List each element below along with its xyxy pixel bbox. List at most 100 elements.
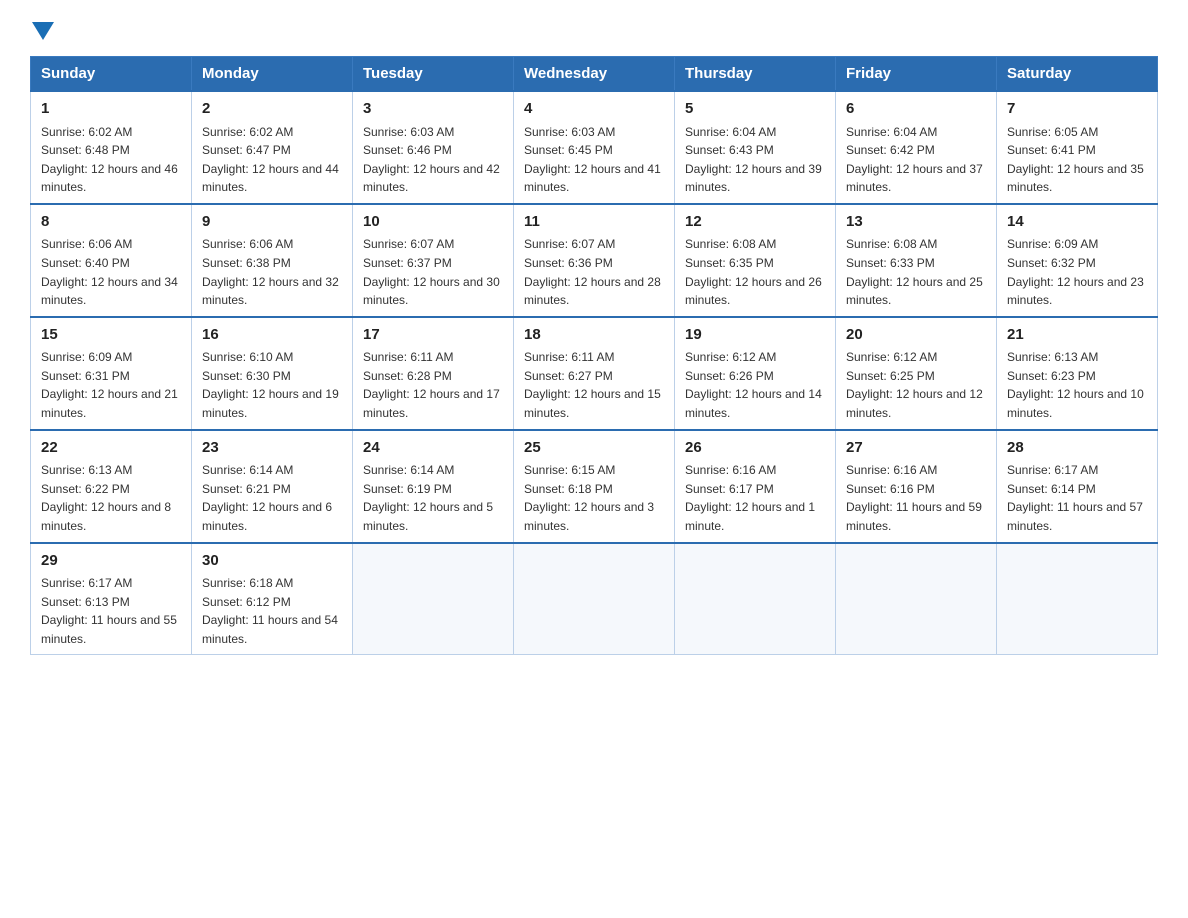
day-info: Sunrise: 6:12 AMSunset: 6:25 PMDaylight:…: [846, 348, 986, 422]
day-info: Sunrise: 6:16 AMSunset: 6:17 PMDaylight:…: [685, 461, 825, 535]
day-number: 1: [41, 98, 181, 121]
day-number: 4: [524, 98, 664, 121]
day-number: 30: [202, 550, 342, 573]
calendar-cell: 15Sunrise: 6:09 AMSunset: 6:31 PMDayligh…: [31, 317, 192, 430]
column-header-friday: Friday: [836, 57, 997, 92]
day-number: 8: [41, 211, 181, 234]
day-number: 24: [363, 437, 503, 460]
day-number: 17: [363, 324, 503, 347]
day-number: 2: [202, 98, 342, 121]
calendar-cell: 30Sunrise: 6:18 AMSunset: 6:12 PMDayligh…: [192, 543, 353, 655]
day-number: 26: [685, 437, 825, 460]
calendar-cell: 9Sunrise: 6:06 AMSunset: 6:38 PMDaylight…: [192, 204, 353, 317]
day-number: 23: [202, 437, 342, 460]
day-info: Sunrise: 6:04 AMSunset: 6:42 PMDaylight:…: [846, 123, 986, 197]
day-info: Sunrise: 6:02 AMSunset: 6:48 PMDaylight:…: [41, 123, 181, 197]
day-info: Sunrise: 6:12 AMSunset: 6:26 PMDaylight:…: [685, 348, 825, 422]
day-number: 11: [524, 211, 664, 234]
calendar-cell: 18Sunrise: 6:11 AMSunset: 6:27 PMDayligh…: [514, 317, 675, 430]
calendar-cell: 26Sunrise: 6:16 AMSunset: 6:17 PMDayligh…: [675, 430, 836, 543]
day-info: Sunrise: 6:13 AMSunset: 6:22 PMDaylight:…: [41, 461, 181, 535]
column-header-monday: Monday: [192, 57, 353, 92]
day-info: Sunrise: 6:08 AMSunset: 6:35 PMDaylight:…: [685, 235, 825, 309]
logo: [30, 20, 54, 40]
column-header-sunday: Sunday: [31, 57, 192, 92]
calendar-header-row: SundayMondayTuesdayWednesdayThursdayFrid…: [31, 57, 1158, 92]
calendar-cell: 7Sunrise: 6:05 AMSunset: 6:41 PMDaylight…: [997, 91, 1158, 204]
day-info: Sunrise: 6:06 AMSunset: 6:38 PMDaylight:…: [202, 235, 342, 309]
day-info: Sunrise: 6:18 AMSunset: 6:12 PMDaylight:…: [202, 574, 342, 648]
day-number: 29: [41, 550, 181, 573]
calendar-cell: [836, 543, 997, 655]
day-info: Sunrise: 6:02 AMSunset: 6:47 PMDaylight:…: [202, 123, 342, 197]
day-info: Sunrise: 6:08 AMSunset: 6:33 PMDaylight:…: [846, 235, 986, 309]
day-number: 6: [846, 98, 986, 121]
day-number: 15: [41, 324, 181, 347]
day-number: 21: [1007, 324, 1147, 347]
day-number: 22: [41, 437, 181, 460]
day-info: Sunrise: 6:15 AMSunset: 6:18 PMDaylight:…: [524, 461, 664, 535]
day-info: Sunrise: 6:13 AMSunset: 6:23 PMDaylight:…: [1007, 348, 1147, 422]
day-info: Sunrise: 6:07 AMSunset: 6:37 PMDaylight:…: [363, 235, 503, 309]
calendar-cell: 19Sunrise: 6:12 AMSunset: 6:26 PMDayligh…: [675, 317, 836, 430]
day-info: Sunrise: 6:06 AMSunset: 6:40 PMDaylight:…: [41, 235, 181, 309]
calendar-cell: 13Sunrise: 6:08 AMSunset: 6:33 PMDayligh…: [836, 204, 997, 317]
page-header: [30, 20, 1158, 40]
day-info: Sunrise: 6:11 AMSunset: 6:27 PMDaylight:…: [524, 348, 664, 422]
calendar-week-row: 22Sunrise: 6:13 AMSunset: 6:22 PMDayligh…: [31, 430, 1158, 543]
day-info: Sunrise: 6:17 AMSunset: 6:13 PMDaylight:…: [41, 574, 181, 648]
day-number: 7: [1007, 98, 1147, 121]
day-number: 16: [202, 324, 342, 347]
day-info: Sunrise: 6:10 AMSunset: 6:30 PMDaylight:…: [202, 348, 342, 422]
calendar-cell: 24Sunrise: 6:14 AMSunset: 6:19 PMDayligh…: [353, 430, 514, 543]
day-number: 18: [524, 324, 664, 347]
day-number: 10: [363, 211, 503, 234]
calendar-cell: 27Sunrise: 6:16 AMSunset: 6:16 PMDayligh…: [836, 430, 997, 543]
day-number: 25: [524, 437, 664, 460]
calendar-week-row: 8Sunrise: 6:06 AMSunset: 6:40 PMDaylight…: [31, 204, 1158, 317]
calendar-cell: 22Sunrise: 6:13 AMSunset: 6:22 PMDayligh…: [31, 430, 192, 543]
calendar-cell: 21Sunrise: 6:13 AMSunset: 6:23 PMDayligh…: [997, 317, 1158, 430]
column-header-saturday: Saturday: [997, 57, 1158, 92]
column-header-thursday: Thursday: [675, 57, 836, 92]
day-info: Sunrise: 6:09 AMSunset: 6:32 PMDaylight:…: [1007, 235, 1147, 309]
calendar-cell: [997, 543, 1158, 655]
day-number: 14: [1007, 211, 1147, 234]
calendar-cell: 25Sunrise: 6:15 AMSunset: 6:18 PMDayligh…: [514, 430, 675, 543]
calendar-cell: 16Sunrise: 6:10 AMSunset: 6:30 PMDayligh…: [192, 317, 353, 430]
calendar-week-row: 29Sunrise: 6:17 AMSunset: 6:13 PMDayligh…: [31, 543, 1158, 655]
calendar-cell: 23Sunrise: 6:14 AMSunset: 6:21 PMDayligh…: [192, 430, 353, 543]
calendar-cell: 6Sunrise: 6:04 AMSunset: 6:42 PMDaylight…: [836, 91, 997, 204]
day-info: Sunrise: 6:17 AMSunset: 6:14 PMDaylight:…: [1007, 461, 1147, 535]
calendar-cell: 20Sunrise: 6:12 AMSunset: 6:25 PMDayligh…: [836, 317, 997, 430]
column-header-wednesday: Wednesday: [514, 57, 675, 92]
calendar-cell: 12Sunrise: 6:08 AMSunset: 6:35 PMDayligh…: [675, 204, 836, 317]
day-number: 28: [1007, 437, 1147, 460]
calendar-cell: 14Sunrise: 6:09 AMSunset: 6:32 PMDayligh…: [997, 204, 1158, 317]
calendar-cell: 1Sunrise: 6:02 AMSunset: 6:48 PMDaylight…: [31, 91, 192, 204]
calendar-cell: 2Sunrise: 6:02 AMSunset: 6:47 PMDaylight…: [192, 91, 353, 204]
calendar-cell: [514, 543, 675, 655]
calendar-cell: 10Sunrise: 6:07 AMSunset: 6:37 PMDayligh…: [353, 204, 514, 317]
day-info: Sunrise: 6:14 AMSunset: 6:19 PMDaylight:…: [363, 461, 503, 535]
day-info: Sunrise: 6:03 AMSunset: 6:46 PMDaylight:…: [363, 123, 503, 197]
day-info: Sunrise: 6:04 AMSunset: 6:43 PMDaylight:…: [685, 123, 825, 197]
calendar-cell: [675, 543, 836, 655]
day-number: 3: [363, 98, 503, 121]
day-number: 9: [202, 211, 342, 234]
day-number: 19: [685, 324, 825, 347]
day-number: 13: [846, 211, 986, 234]
calendar-week-row: 15Sunrise: 6:09 AMSunset: 6:31 PMDayligh…: [31, 317, 1158, 430]
day-number: 27: [846, 437, 986, 460]
day-info: Sunrise: 6:07 AMSunset: 6:36 PMDaylight:…: [524, 235, 664, 309]
calendar-cell: 5Sunrise: 6:04 AMSunset: 6:43 PMDaylight…: [675, 91, 836, 204]
calendar-cell: 17Sunrise: 6:11 AMSunset: 6:28 PMDayligh…: [353, 317, 514, 430]
day-info: Sunrise: 6:14 AMSunset: 6:21 PMDaylight:…: [202, 461, 342, 535]
day-number: 12: [685, 211, 825, 234]
calendar-cell: 11Sunrise: 6:07 AMSunset: 6:36 PMDayligh…: [514, 204, 675, 317]
calendar-cell: 29Sunrise: 6:17 AMSunset: 6:13 PMDayligh…: [31, 543, 192, 655]
day-number: 20: [846, 324, 986, 347]
day-info: Sunrise: 6:05 AMSunset: 6:41 PMDaylight:…: [1007, 123, 1147, 197]
calendar-table: SundayMondayTuesdayWednesdayThursdayFrid…: [30, 56, 1158, 655]
calendar-cell: 8Sunrise: 6:06 AMSunset: 6:40 PMDaylight…: [31, 204, 192, 317]
